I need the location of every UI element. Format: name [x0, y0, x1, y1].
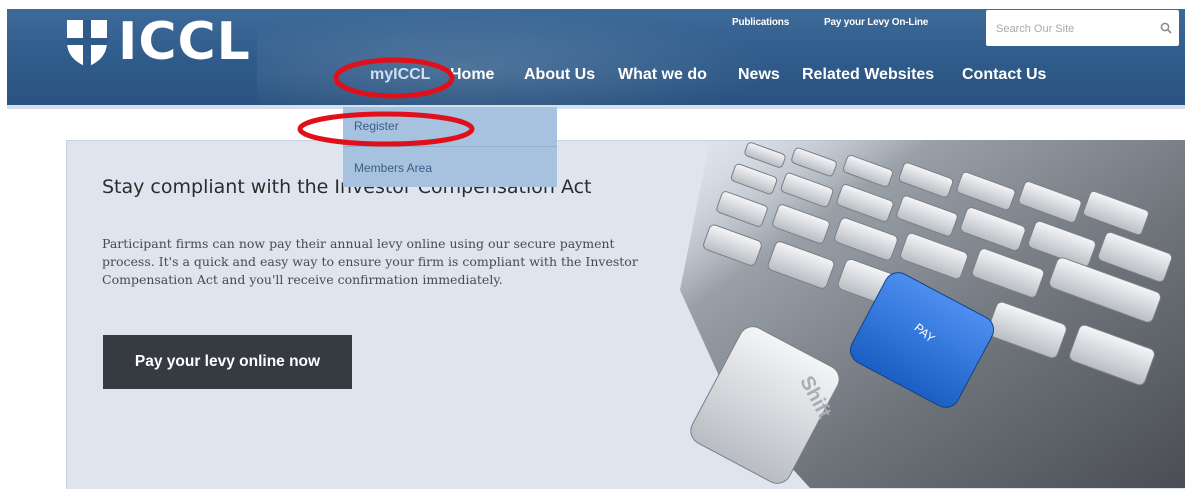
pay-levy-online-link[interactable]: Pay your Levy On-Line	[824, 17, 928, 28]
hero-text: Participant firms can now pay their annu…	[102, 236, 638, 288]
nav-home[interactable]: Home	[450, 66, 494, 84]
nav-contact-us[interactable]: Contact Us	[962, 66, 1046, 84]
shield-icon	[67, 20, 107, 67]
site-logo[interactable]: ICCL	[64, 16, 251, 68]
myiccl-dropdown: Register Members Area	[343, 107, 557, 187]
header-shine	[257, 9, 777, 105]
nav-news[interactable]: News	[738, 66, 780, 84]
dropdown-item-label: Members Area	[354, 161, 433, 175]
publications-link[interactable]: Publications	[732, 17, 789, 28]
dropdown-item-register[interactable]: Register	[343, 107, 557, 145]
logo-text: ICCL	[118, 12, 251, 72]
nav-related-websites[interactable]: Related Websites	[802, 66, 934, 84]
header-divider	[7, 105, 1185, 109]
nav-about-us[interactable]: About Us	[524, 66, 595, 84]
search-input[interactable]	[994, 19, 1148, 39]
dropdown-item-members-area[interactable]: Members Area	[343, 149, 557, 187]
dropdown-item-label: Register	[354, 119, 399, 133]
dropdown-divider	[343, 146, 557, 147]
search-icon[interactable]	[1160, 22, 1172, 34]
pay-levy-button[interactable]: Pay your levy online now	[103, 335, 352, 389]
nav-myiccl[interactable]: myICCL	[370, 66, 430, 84]
search-box	[986, 10, 1179, 46]
nav-what-we-do[interactable]: What we do	[618, 66, 707, 84]
